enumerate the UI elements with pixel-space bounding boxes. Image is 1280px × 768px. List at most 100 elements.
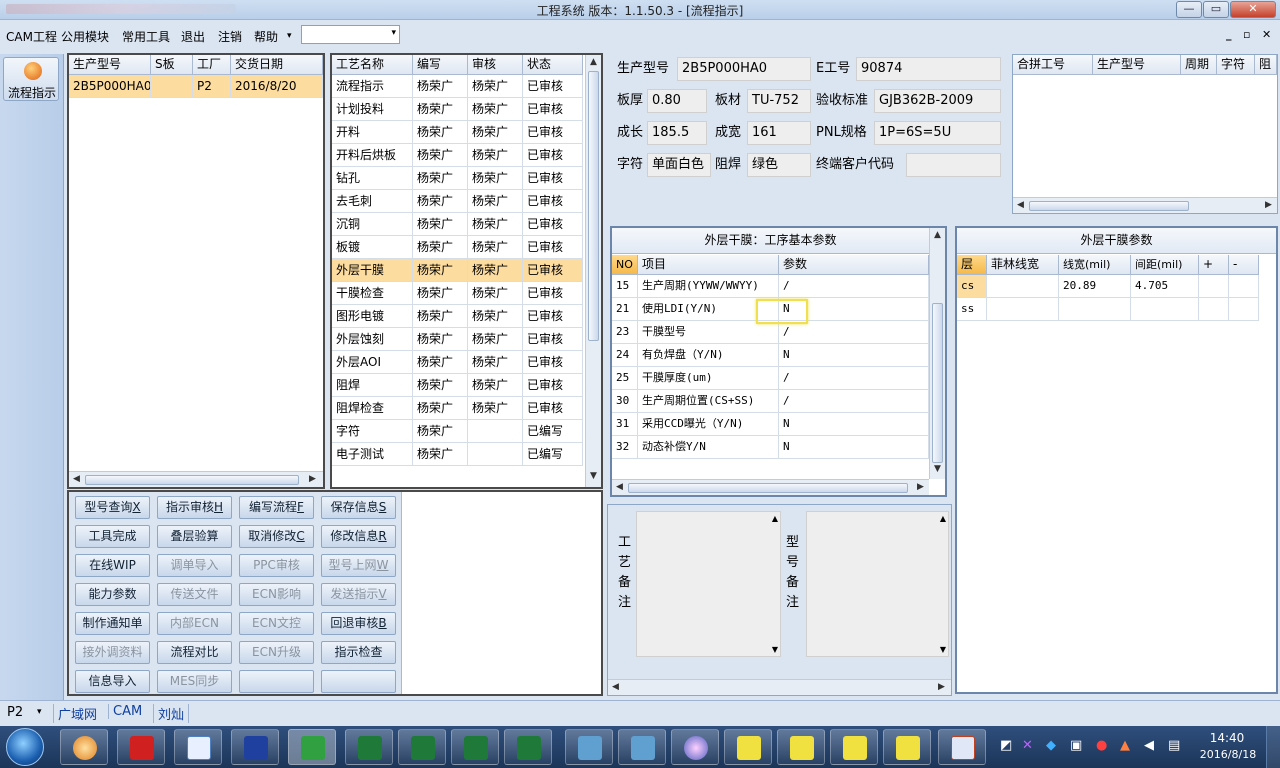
scroll-left-icon[interactable]: ◀ <box>1017 200 1024 210</box>
taskbar-app[interactable] <box>724 729 772 765</box>
table-row[interactable]: 阻焊 杨荣广 杨荣广 已审核 <box>332 374 583 397</box>
col-header[interactable]: 字符 <box>1217 55 1255 75</box>
taskbar-app[interactable] <box>565 729 613 765</box>
table-row[interactable]: 23 干膜型号 / <box>612 321 929 344</box>
cell[interactable] <box>1199 275 1229 298</box>
table-row[interactable]: 沉铜 杨荣广 杨荣广 已审核 <box>332 213 583 236</box>
taskbar-app[interactable] <box>174 729 222 765</box>
col-header[interactable]: 状态 <box>523 55 583 75</box>
taskbar-app[interactable] <box>618 729 666 765</box>
table-row[interactable]: 2B5P000HA0 P2 2016/8/20 <box>69 75 323 98</box>
close-button[interactable]: ✕ <box>1230 1 1276 18</box>
cell[interactable]: / <box>779 321 929 344</box>
table-row[interactable]: ss <box>957 298 1259 321</box>
col-header[interactable]: 参数 <box>779 255 929 275</box>
taskbar-app[interactable] <box>777 729 825 765</box>
cell[interactable]: N <box>779 344 929 367</box>
action-button[interactable]: ECN影响 <box>239 583 314 606</box>
col-header[interactable]: 工厂 <box>193 55 231 75</box>
action-button[interactable]: ECN文控 <box>239 612 314 635</box>
scroll-down-icon[interactable]: ▼ <box>940 645 946 654</box>
cell[interactable]: / <box>779 275 929 298</box>
cell[interactable]: N <box>779 436 929 459</box>
scroll-left-icon[interactable]: ◀ <box>612 682 619 692</box>
col-header[interactable]: 线宽(mil) <box>1059 255 1131 275</box>
cell[interactable] <box>987 298 1059 321</box>
horizontal-scrollbar[interactable]: ◀ ▶ <box>1013 197 1277 213</box>
scroll-right-icon[interactable]: ▶ <box>309 474 316 484</box>
table-row[interactable]: 电子测试 杨荣广 已编写 <box>332 443 583 466</box>
taskbar-app[interactable] <box>883 729 931 765</box>
scroll-right-icon[interactable]: ▶ <box>938 682 945 692</box>
taskbar-app[interactable] <box>671 729 719 765</box>
table-row[interactable]: 干膜检查 杨荣广 杨荣广 已审核 <box>332 282 583 305</box>
mdi-restore-button[interactable]: ▫ <box>1243 28 1250 41</box>
cell[interactable] <box>1059 298 1131 321</box>
restore-button[interactable]: ▭ <box>1203 1 1229 18</box>
start-button[interactable] <box>6 728 44 766</box>
action-button[interactable]: 制作通知单 <box>75 612 150 635</box>
taskbar-app-active[interactable] <box>288 729 336 765</box>
scroll-thumb[interactable] <box>932 303 943 463</box>
scroll-thumb[interactable] <box>85 475 299 485</box>
scroll-thumb[interactable] <box>588 71 599 341</box>
action-button[interactable]: 保存信息S <box>321 496 396 519</box>
table-row[interactable]: 25 干膜厚度(um) / <box>612 367 929 390</box>
col-header[interactable]: 层 <box>957 255 987 275</box>
length-field[interactable]: 185.5 <box>647 121 707 145</box>
action-button[interactable]: 指示审核H <box>157 496 232 519</box>
action-button[interactable]: 接外调资料 <box>75 641 150 664</box>
action-button[interactable]: 调单导入 <box>157 554 232 577</box>
table-row[interactable]: 15 生产周期(YYWW/WWYY) / <box>612 275 929 298</box>
clock-date[interactable]: 2016/8/18 <box>1194 748 1262 761</box>
scroll-right-icon[interactable]: ▶ <box>1265 200 1272 210</box>
menu-common-module[interactable]: 公用模块 <box>61 28 109 45</box>
tray-icon[interactable]: ▲ <box>1120 738 1130 753</box>
scroll-down-icon[interactable]: ▼ <box>772 645 778 654</box>
action-button[interactable]: 内部ECN <box>157 612 232 635</box>
action-button[interactable]: 叠层验算 <box>157 525 232 548</box>
col-header[interactable]: 项目 <box>638 255 779 275</box>
menu-help[interactable]: 帮助 <box>254 28 278 45</box>
factory-select[interactable]: P2 <box>7 705 23 720</box>
menu-tools[interactable]: 常用工具 <box>122 28 170 45</box>
menu-exit[interactable]: 退出 <box>181 28 205 45</box>
action-button[interactable] <box>321 670 396 693</box>
table-row[interactable]: 字符 杨荣广 已编写 <box>332 420 583 443</box>
table-row[interactable]: 开料 杨荣广 杨荣广 已审核 <box>332 121 583 144</box>
table-row[interactable]: 30 生产周期位置(CS+SS) / <box>612 390 929 413</box>
scroll-left-icon[interactable]: ◀ <box>73 474 80 484</box>
col-header[interactable]: + <box>1199 255 1229 275</box>
table-row[interactable]: 32 动态补偿Y/N N <box>612 436 929 459</box>
taskbar-app[interactable] <box>117 729 165 765</box>
cell[interactable]: N <box>779 413 929 436</box>
col-header[interactable]: - <box>1229 255 1259 275</box>
mdi-close-button[interactable]: ✕ <box>1262 28 1271 41</box>
taskbar-app[interactable] <box>60 729 108 765</box>
scroll-up-icon[interactable]: ▲ <box>590 57 597 67</box>
tray-icon[interactable]: ▣ <box>1070 738 1082 753</box>
volume-icon[interactable]: ◀ <box>1144 738 1154 753</box>
taskbar-app[interactable] <box>830 729 878 765</box>
action-button[interactable]: 在线WIP <box>75 554 150 577</box>
taskbar-app[interactable] <box>231 729 279 765</box>
scroll-up-icon[interactable]: ▲ <box>934 230 941 240</box>
col-header[interactable]: 菲林线宽 <box>987 255 1059 275</box>
taskbar-app[interactable] <box>398 729 446 765</box>
cell[interactable] <box>987 275 1059 298</box>
col-header[interactable]: 周期 <box>1181 55 1217 75</box>
model-field[interactable]: 2B5P000HA0 <box>677 57 811 81</box>
table-row[interactable]: 开料后烘板 杨荣广 杨荣广 已审核 <box>332 144 583 167</box>
scroll-thumb[interactable] <box>1029 201 1189 211</box>
menu-select[interactable]: ▾ <box>301 25 400 44</box>
action-button[interactable]: 修改信息R <box>321 525 396 548</box>
taskbar-app[interactable] <box>504 729 552 765</box>
cell[interactable]: / <box>779 367 929 390</box>
menu-cam[interactable]: CAM工程 <box>6 28 57 45</box>
action-button[interactable]: 指示检查 <box>321 641 396 664</box>
cell[interactable] <box>1229 298 1259 321</box>
table-row[interactable]: 钻孔 杨荣广 杨荣广 已审核 <box>332 167 583 190</box>
show-desktop-button[interactable] <box>1266 726 1280 768</box>
table-row[interactable]: 31 采用CCD曝光（Y/N) N <box>612 413 929 436</box>
action-button[interactable]: 型号上网W <box>321 554 396 577</box>
